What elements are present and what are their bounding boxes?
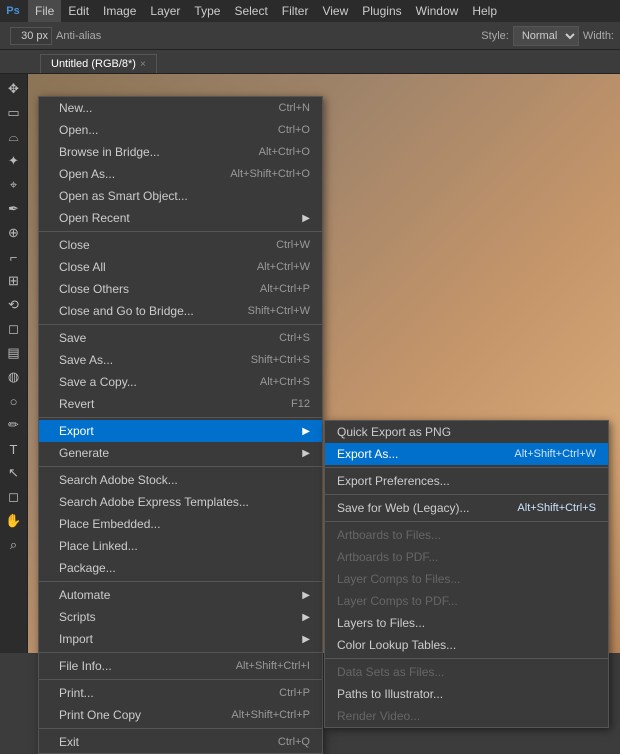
menu-item-open-recent[interactable]: Open Recent ▶ (39, 207, 322, 229)
submenu-export-prefs[interactable]: Export Preferences... (325, 470, 608, 492)
submenu-artboards-to-pdf: Artboards to PDF... (325, 546, 608, 568)
divider-4 (39, 466, 322, 467)
menu-item-exit[interactable]: Exit Ctrl+Q (39, 731, 322, 753)
submenu-data-sets-as-files: Data Sets as Files... (325, 661, 608, 683)
divider-2 (39, 324, 322, 325)
menu-type[interactable]: Type (187, 0, 227, 22)
menu-item-place-linked[interactable]: Place Linked... (39, 535, 322, 557)
menu-item-print-one[interactable]: Print One Copy Alt+Shift+Ctrl+P (39, 704, 322, 726)
main-area: ✥ ▭ ⌓ ✦ ⌖ ✒ ⊕ ⌐ ⊞ ⟲ ◻ ▤ ◍ ○ ✏ T ↖ ◻ ✋ ⌕ … (0, 74, 620, 653)
menu-item-generate[interactable]: Generate ▶ (39, 442, 322, 464)
submenu-paths-to-illustrator[interactable]: Paths to Illustrator... (325, 683, 608, 705)
export-submenu: Quick Export as PNG Export As... Alt+Shi… (324, 420, 609, 728)
divider-8 (39, 728, 322, 729)
menu-bar: Ps File Edit Image Layer Type Select Fil… (0, 0, 620, 22)
divider-1 (39, 231, 322, 232)
menu-file[interactable]: File (28, 0, 61, 22)
submenu-layer-comps-to-files: Layer Comps to Files... (325, 568, 608, 590)
menu-item-open[interactable]: Open... Ctrl+O (39, 119, 322, 141)
menu-item-close[interactable]: Close Ctrl+W (39, 234, 322, 256)
menu-item-open-smart[interactable]: Open as Smart Object... (39, 185, 322, 207)
options-toolbar: Anti-alias Style: Normal Width: (0, 22, 620, 50)
menu-item-close-others[interactable]: Close Others Alt+Ctrl+P (39, 278, 322, 300)
tab-bar: Untitled (RGB/8*) × (0, 50, 620, 74)
menu-item-new[interactable]: New... Ctrl+N (39, 97, 322, 119)
divider-7 (39, 679, 322, 680)
submenu-divider-1 (325, 467, 608, 468)
submenu-layer-comps-to-pdf: Layer Comps to PDF... (325, 590, 608, 612)
menu-item-import[interactable]: Import ▶ (39, 628, 322, 650)
menu-help[interactable]: Help (465, 0, 504, 22)
divider-5 (39, 581, 322, 582)
menu-layer[interactable]: Layer (143, 0, 187, 22)
menu-item-file-info[interactable]: File Info... Alt+Shift+Ctrl+I (39, 655, 322, 677)
submenu-layers-to-files[interactable]: Layers to Files... (325, 612, 608, 634)
menu-item-revert[interactable]: Revert F12 (39, 393, 322, 415)
submenu-export-as[interactable]: Export As... Alt+Shift+Ctrl+W (325, 443, 608, 465)
tab-close-icon[interactable]: × (140, 59, 146, 70)
active-tab[interactable]: Untitled (RGB/8*) × (40, 54, 157, 73)
submenu-artboards-to-files: Artboards to Files... (325, 524, 608, 546)
submenu-divider-3 (325, 521, 608, 522)
style-label: Style: (481, 30, 509, 42)
menu-item-export[interactable]: Export ▶ Quick Export as PNG Export As..… (39, 420, 322, 442)
submenu-divider-4 (325, 658, 608, 659)
menu-filter[interactable]: Filter (275, 0, 316, 22)
divider-3 (39, 417, 322, 418)
menu-item-close-go-bridge[interactable]: Close and Go to Bridge... Shift+Ctrl+W (39, 300, 322, 322)
menu-item-automate[interactable]: Automate ▶ (39, 584, 322, 606)
submenu-divider-2 (325, 494, 608, 495)
menu-view[interactable]: View (315, 0, 355, 22)
menu-plugins[interactable]: Plugins (355, 0, 408, 22)
menu-item-search-stock[interactable]: Search Adobe Stock... (39, 469, 322, 491)
dropdown-overlay: New... Ctrl+N Open... Ctrl+O Browse in B… (0, 74, 620, 653)
menu-item-place-embedded[interactable]: Place Embedded... (39, 513, 322, 535)
menu-item-open-as[interactable]: Open As... Alt+Shift+Ctrl+O (39, 163, 322, 185)
size-input[interactable] (10, 27, 52, 45)
submenu-quick-export-png[interactable]: Quick Export as PNG (325, 421, 608, 443)
file-menu: New... Ctrl+N Open... Ctrl+O Browse in B… (38, 96, 323, 754)
menu-item-browse-bridge[interactable]: Browse in Bridge... Alt+Ctrl+O (39, 141, 322, 163)
menu-item-package[interactable]: Package... (39, 557, 322, 579)
menu-item-scripts[interactable]: Scripts ▶ (39, 606, 322, 628)
menu-item-save[interactable]: Save Ctrl+S (39, 327, 322, 349)
menu-item-close-all[interactable]: Close All Alt+Ctrl+W (39, 256, 322, 278)
menu-item-print[interactable]: Print... Ctrl+P (39, 682, 322, 704)
menu-edit[interactable]: Edit (61, 0, 96, 22)
submenu-render-video: Render Video... (325, 705, 608, 727)
menu-item-save-as[interactable]: Save As... Shift+Ctrl+S (39, 349, 322, 371)
menu-item-search-express[interactable]: Search Adobe Express Templates... (39, 491, 322, 513)
app-icon: Ps (4, 2, 22, 20)
menu-select[interactable]: Select (227, 0, 274, 22)
width-label: Width: (583, 30, 614, 42)
anti-alias-label: Anti-alias (56, 30, 101, 42)
tab-label: Untitled (RGB/8*) (51, 58, 136, 70)
submenu-save-for-web[interactable]: Save for Web (Legacy)... Alt+Shift+Ctrl+… (325, 497, 608, 519)
menu-item-save-copy[interactable]: Save a Copy... Alt+Ctrl+S (39, 371, 322, 393)
menu-window[interactable]: Window (409, 0, 466, 22)
menu-image[interactable]: Image (96, 0, 143, 22)
style-select[interactable]: Normal (513, 26, 579, 46)
